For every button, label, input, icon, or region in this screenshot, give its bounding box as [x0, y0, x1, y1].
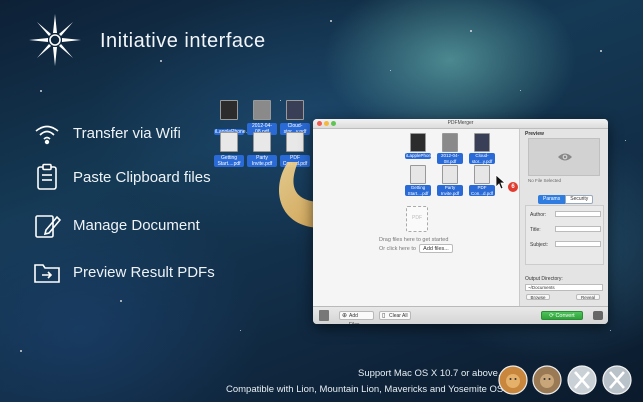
subject-field[interactable] — [555, 241, 601, 247]
feature-label: Manage Document — [73, 216, 200, 234]
clear-all-button[interactable]: ▯ Clear All — [379, 311, 411, 320]
pdf-file-icon — [442, 165, 458, 184]
file-drop-area[interactable]: iLapplePhone...s.pdf 2012-04-08.pdf Clou… — [313, 129, 519, 306]
pdf-file-icon — [220, 132, 238, 152]
pdf-file-icon — [286, 100, 304, 120]
pdf-file-icon — [286, 132, 304, 152]
pdf-file-icon — [410, 133, 426, 152]
file-item[interactable]: 2012-04-08.pdf — [437, 133, 463, 164]
tab-params[interactable]: Params — [538, 195, 566, 204]
page-title: Initiative interface — [100, 30, 266, 52]
metadata-panel: Author: Title: Subject: — [525, 205, 604, 265]
app-logo-icon — [319, 310, 329, 321]
output-directory-label: Output Directory: — [525, 276, 563, 282]
title-field[interactable] — [555, 226, 601, 232]
pdf-file-icon — [410, 165, 426, 184]
pdf-file-icon — [253, 100, 271, 120]
feature-label: Paste Clipboard files — [73, 168, 211, 186]
file-count-badge: 6 — [508, 182, 518, 192]
author-label: Author: — [530, 212, 547, 218]
file-item[interactable]: Getting Start....pdf — [214, 132, 244, 170]
bottom-toolbar: ⊕ Add Files... ▯ Clear All ⟳ Convert — [313, 306, 608, 324]
file-item[interactable]: iLapplePhone...s.pdf — [405, 133, 447, 159]
lion-icon — [498, 365, 528, 395]
compatibility-text: Compatible with Lion, Mountain Lion, Mav… — [226, 384, 515, 395]
file-item[interactable]: PDF Con...d.pdf — [469, 165, 495, 196]
feature-preview: Preview Result PDFs — [32, 257, 215, 287]
convert-button[interactable]: ⟳ Convert — [541, 311, 583, 320]
author-field[interactable] — [555, 211, 601, 217]
title-label: Title: — [530, 227, 541, 233]
tab-security[interactable]: Security — [565, 195, 594, 204]
preview-folder-icon — [32, 257, 62, 287]
add-icon: ⊕ — [342, 313, 348, 319]
mountain-lion-icon — [532, 365, 562, 395]
file-item[interactable]: Getting Start....pdf — [405, 165, 431, 196]
inspector-tabs: Params Security — [538, 195, 594, 204]
preview-pane — [528, 138, 600, 176]
feature-clipboard: Paste Clipboard files — [32, 162, 211, 192]
add-files-button[interactable]: ⊕ Add Files... — [339, 311, 374, 324]
support-text: Support Mac OS X 10.7 or above. — [358, 368, 501, 379]
clipboard-icon — [32, 162, 62, 192]
drag-instructions: Drag files here to get started — [379, 237, 449, 243]
subject-label: Subject: — [530, 242, 549, 248]
feature-wifi: Transfer via Wifi — [32, 118, 181, 148]
settings-gear-button[interactable] — [593, 311, 603, 320]
inspector-sidebar: Preview No File Selected Params Security… — [519, 129, 608, 306]
pdf-file-icon — [474, 165, 490, 184]
pdf-file-icon — [442, 133, 458, 152]
no-file-selected-text: No File Selected — [528, 178, 562, 183]
or-click-text: Or click here to — [379, 246, 416, 252]
wifi-icon — [32, 118, 62, 148]
pdf-file-icon — [220, 100, 238, 120]
reveal-button[interactable]: Reveal — [576, 294, 600, 300]
mavericks-x-icon — [567, 365, 597, 395]
window-title: PDFMerger — [447, 120, 474, 126]
feature-label: Transfer via Wifi — [73, 124, 181, 142]
yosemite-x-icon — [602, 365, 632, 395]
pdf-file-icon — [253, 132, 271, 152]
file-item[interactable]: Party Invite.pdf — [437, 165, 463, 196]
pdfmerger-window: PDFMerger iLapplePhone...s.pdf 2012-04-0… — [313, 119, 608, 324]
eye-icon — [558, 153, 572, 161]
mouse-cursor-icon — [495, 174, 507, 190]
feature-manage: Manage Document — [32, 210, 200, 240]
pdf-placeholder-icon: PDF — [406, 206, 428, 232]
output-directory-field[interactable]: ~/Documents — [525, 284, 603, 291]
add-files-link-button[interactable]: Add files... — [419, 244, 453, 253]
browse-button[interactable]: Browse — [526, 294, 550, 300]
file-item[interactable]: Cloud-stor...y.pdf — [469, 133, 495, 164]
star-logo-icon — [29, 14, 81, 66]
feature-label: Preview Result PDFs — [73, 263, 215, 281]
preview-heading: Preview — [525, 131, 544, 137]
pdf-file-icon — [474, 133, 490, 152]
title-bar: PDFMerger — [313, 119, 608, 129]
trash-icon: ▯ — [382, 313, 386, 319]
edit-document-icon — [32, 210, 62, 240]
